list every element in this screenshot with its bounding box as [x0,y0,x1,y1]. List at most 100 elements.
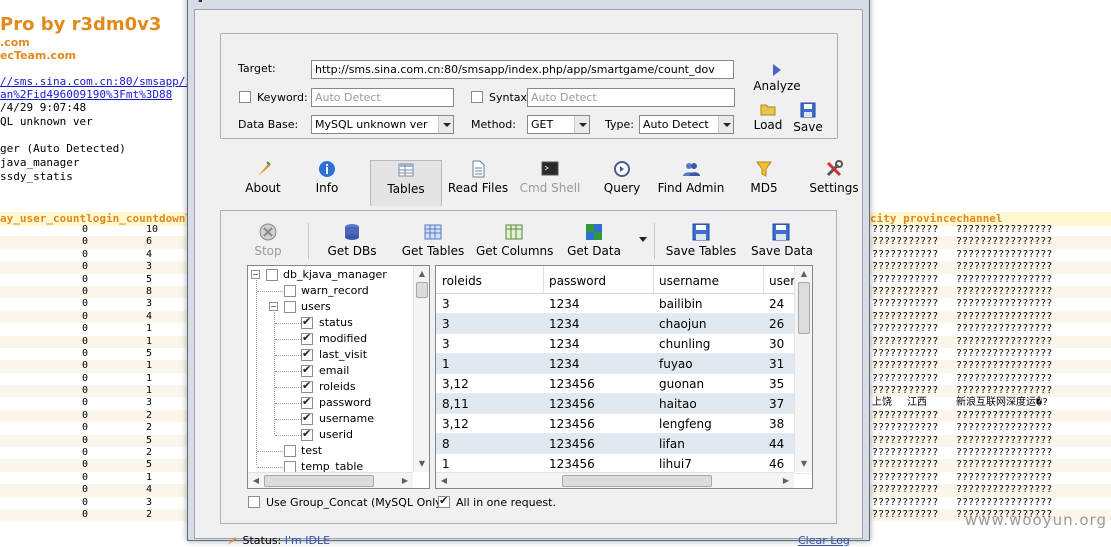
database-select-value: MySQL unknown ver [315,118,428,131]
save-button[interactable]: Save [793,102,823,134]
analyze-button[interactable]: Analyze [752,63,802,93]
table-cell: 3,12 [442,377,469,391]
tab-read-files[interactable]: Read Files [447,160,509,206]
database-icon [345,224,359,240]
tree-checkbox[interactable] [284,445,296,457]
table-row[interactable]: 3 1234 chunling 30 [436,334,812,354]
tree-checkbox[interactable] [301,363,313,377]
tree-vertical-scrollbar[interactable]: ▲ ▼ [413,266,429,472]
method-select-value: GET [531,118,554,131]
syntax-checkbox[interactable] [471,91,483,103]
column-divider[interactable] [653,266,654,294]
table-row[interactable]: 3,12 123456 guonan 35 [436,374,812,394]
tab-info[interactable]: Info [307,160,347,206]
type-label: Type: [605,118,634,131]
database-select[interactable]: MySQL unknown ver [311,115,454,134]
tree-checkbox[interactable] [301,347,313,361]
table-cell: 31 [769,357,785,371]
tree-checkbox[interactable] [284,301,296,313]
grid-vertical-scrollbar[interactable]: ▲ ▼ [794,266,812,472]
tab-settings[interactable]: Settings [809,160,859,206]
report-target-link[interactable]: //sms.sina.com.cn:80/smsapp/in [0,75,199,88]
collapse-icon[interactable]: − [269,302,278,311]
grid-header: roleids password username useri [436,266,812,294]
report-cell: ???????????????? [956,298,1053,310]
tab-find-admin[interactable]: Find Admin [655,160,727,206]
table-row[interactable]: 3,12 123456 lengfeng 38 [436,414,812,434]
table-row[interactable]: 8 123456 lifan 44 [436,434,812,454]
tree-checkbox[interactable] [301,395,313,409]
tree-guide-line [257,451,285,452]
report-title: Pro by r3dm0v3 [0,14,162,35]
grid-header-cell[interactable]: password [549,274,606,288]
tree-checkbox[interactable] [301,315,313,329]
tree-checkbox[interactable] [284,285,296,297]
column-divider[interactable] [543,266,544,294]
scroll-left-arrow[interactable]: ◀ [436,473,452,488]
scroll-left-arrow[interactable]: ◀ [248,473,264,488]
tree-horizontal-scrollbar[interactable]: ◀ ▶ [248,472,413,488]
tab-cmd-shell[interactable]: Cmd Shell [519,160,581,206]
grid-header-cell[interactable]: username [659,274,719,288]
tree-checkbox[interactable] [301,427,313,441]
tree-checkbox[interactable] [301,379,313,393]
type-select[interactable]: Auto Detect [639,115,734,134]
save-data-button[interactable]: Save Data [751,223,813,258]
db-tree-view[interactable]: − db_kjava_manager warn_record − users s… [247,265,430,489]
scroll-down-arrow[interactable]: ▼ [796,456,812,472]
syntax-field[interactable]: Auto Detect [527,88,735,107]
report-target-link-2[interactable]: an%2Fid496009190%3Fmt%3D88 [0,88,172,101]
table-row[interactable]: 1 123456 lihui7 46 [436,454,812,474]
load-button[interactable]: Load [753,102,783,132]
tree-checkbox[interactable] [266,269,278,281]
clear-log-link[interactable]: Clear Log [798,534,850,547]
tab-query[interactable]: Query [600,160,644,206]
report-cell: ???????????????? [956,372,1053,384]
keyword-field[interactable]: Auto Detect [311,88,454,107]
table-cell: lifan [659,437,685,451]
scroll-thumb[interactable] [264,475,374,487]
table-row[interactable]: 3 1234 bailibin 24 [436,294,812,314]
scroll-up-arrow[interactable]: ▲ [796,266,812,282]
table-cell: 8 [442,437,450,451]
get-data-button[interactable]: Get Data [567,223,621,258]
tree-checkbox[interactable] [301,411,313,425]
scroll-thumb[interactable] [562,475,712,487]
grid-horizontal-scrollbar[interactable]: ◀ ▶ [436,472,794,488]
report-cell: 0 [82,335,89,347]
report-cell: ??????????? [872,496,939,508]
carrot-icon [258,161,271,176]
column-divider[interactable] [763,266,764,294]
stop-button[interactable]: Stop [251,223,285,258]
method-select[interactable]: GET [527,115,590,134]
tab-about[interactable]: About [237,160,289,206]
group-concat-checkbox[interactable] [248,496,260,508]
table-row[interactable]: 1 1234 fuyao 31 [436,354,812,374]
tab-md5[interactable]: MD5 [747,160,781,206]
report-cell: 5 [146,347,153,359]
keyword-checkbox[interactable] [239,91,251,103]
scroll-up-arrow[interactable]: ▲ [414,266,429,282]
scroll-right-arrow[interactable]: ▶ [778,473,794,488]
data-grid[interactable]: roleids password username useri 3 1234 bai… [435,265,813,489]
get-dbs-button[interactable]: Get DBs [325,223,379,258]
tab-tables[interactable]: Tables [370,160,442,206]
table-row[interactable]: 3 1234 chaojun 26 [436,314,812,334]
scroll-right-arrow[interactable]: ▶ [397,473,413,488]
target-url-field[interactable]: http://sms.sina.com.cn:80/smsapp/index.p… [311,60,734,79]
scroll-down-arrow[interactable]: ▼ [414,456,429,472]
tree-checkbox[interactable] [301,331,313,345]
save-tables-button[interactable]: Save Tables [665,223,737,258]
collapse-icon[interactable]: − [251,270,260,279]
get-columns-button[interactable]: Get Columns [476,223,553,258]
report-cell: ???????????????? [956,360,1053,372]
get-tables-button[interactable]: Get Tables [401,223,465,258]
scroll-thumb[interactable] [416,282,428,298]
table-row[interactable]: 8,11 123456 haitao 37 [436,394,812,414]
tree-guide-line [275,355,301,356]
all-in-one-checkbox[interactable] [438,494,450,508]
grid-header-cell[interactable]: roleids [442,274,482,288]
get-data-dropdown-arrow[interactable] [639,237,647,242]
scroll-thumb[interactable] [798,282,810,334]
tree-node-label: users [301,300,331,313]
